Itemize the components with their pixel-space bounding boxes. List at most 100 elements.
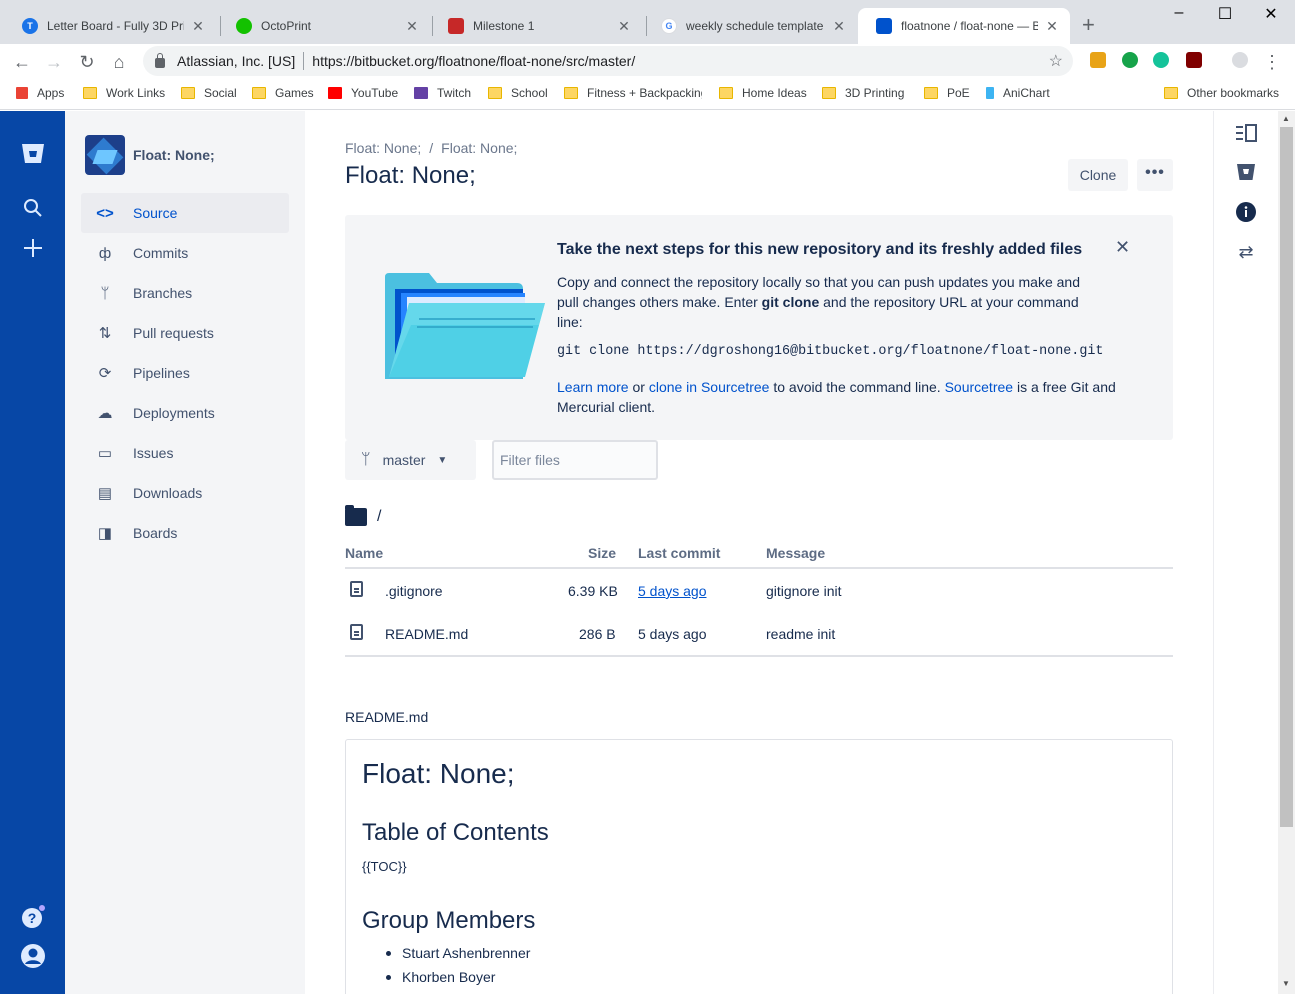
extension-lock-icon[interactable] <box>1090 52 1106 68</box>
extension-green-icon[interactable] <box>1122 52 1138 68</box>
column-last-commit[interactable]: Last commit <box>638 545 720 561</box>
scroll-down-icon[interactable]: ▼ <box>1282 979 1290 988</box>
create-icon[interactable] <box>20 238 46 264</box>
toggle-panel-icon[interactable] <box>1235 124 1257 146</box>
close-tab-icon[interactable]: ✕ <box>404 18 420 35</box>
close-tab-icon[interactable]: ✕ <box>831 18 847 35</box>
browser-tab-bitbucket[interactable]: floatnone / float-none — Bitbucket ✕ <box>858 8 1070 44</box>
commit-message[interactable]: readme init <box>766 626 835 642</box>
breadcrumb: Float: None; / Float: None; <box>345 140 518 156</box>
close-icon[interactable]: ✕ <box>1115 237 1130 258</box>
sidebar-item-issues[interactable]: ▭ Issues <box>81 433 289 473</box>
bookmark-folder[interactable]: 3D Printing <box>822 86 904 100</box>
clone-in-sourcetree-link[interactable]: clone in Sourcetree <box>649 379 770 395</box>
file-name[interactable]: README.md <box>385 626 468 642</box>
page-scrollbar[interactable]: ▲ ▼ <box>1278 111 1295 994</box>
breadcrumb-project[interactable]: Float: None; <box>345 140 421 156</box>
branch-icon: ᛘ <box>361 451 371 468</box>
address-bar[interactable]: Atlassian, Inc. [US] https://bitbucket.o… <box>143 46 1073 76</box>
folder-icon <box>564 87 578 99</box>
url-text[interactable]: https://bitbucket.org/floatnone/float-no… <box>312 53 635 69</box>
last-commit-link[interactable]: 5 days ago <box>638 626 707 642</box>
browser-tab-milestone[interactable]: Milestone 1 ✕ <box>430 8 642 44</box>
help-icon[interactable]: ? <box>20 905 46 931</box>
commit-icon: ф <box>98 244 112 262</box>
clone-button[interactable]: Clone <box>1068 159 1128 191</box>
sidebar-item-pull-requests[interactable]: ⇅ Pull requests <box>81 313 289 353</box>
profile-icon[interactable] <box>1232 52 1248 68</box>
ublock-icon[interactable] <box>1186 52 1202 68</box>
bookmark-youtube[interactable]: YouTube <box>328 86 398 100</box>
list-item: Khorben Boyer <box>385 969 496 985</box>
chrome-menu-icon[interactable]: ⋮ <box>1260 50 1284 74</box>
right-rail: ⇄ <box>1213 111 1278 994</box>
sidebar-item-source[interactable]: <> Source <box>81 193 289 233</box>
bookmark-star-icon[interactable]: ☆ <box>1049 51 1063 71</box>
clone-command[interactable]: git clone https://dgroshong16@bitbucket.… <box>557 344 1103 359</box>
branch-selector[interactable]: ᛘ master ▼ <box>345 440 476 480</box>
bookmark-folder[interactable]: Home Ideas <box>719 86 807 100</box>
bookmark-twitch[interactable]: Twitch <box>414 86 471 100</box>
bookmark-apps[interactable]: Apps <box>16 86 64 100</box>
sidebar-item-boards[interactable]: ◨ Boards <box>81 513 289 553</box>
bookmark-folder[interactable]: School <box>488 86 548 100</box>
search-icon[interactable] <box>20 198 46 224</box>
sidebar-item-pipelines[interactable]: ⟳ Pipelines <box>81 353 289 393</box>
file-name[interactable]: .gitignore <box>385 583 443 599</box>
user-avatar-icon[interactable] <box>20 944 46 970</box>
folder-path-row: / <box>345 505 381 526</box>
bitbucket-icon[interactable] <box>1235 163 1257 185</box>
browser-tab-google[interactable]: G weekly schedule template - Google ✕ <box>643 8 857 44</box>
table-row[interactable]: README.md 286 B 5 days ago readme init <box>345 612 1173 655</box>
grammarly-icon[interactable] <box>1153 52 1169 68</box>
sidebar-item-downloads[interactable]: ▤ Downloads <box>81 473 289 513</box>
table-row[interactable]: .gitignore 6.39 KB 5 days ago gitignore … <box>345 569 1173 612</box>
repo-avatar <box>85 135 125 175</box>
sidebar-item-commits[interactable]: ф Commits <box>81 233 289 273</box>
sync-icon[interactable]: ⇄ <box>1235 241 1257 263</box>
forward-icon[interactable]: → <box>42 50 66 74</box>
filter-files-input[interactable] <box>492 440 658 480</box>
twitch-icon <box>414 87 428 99</box>
close-tab-icon[interactable]: ✕ <box>616 18 632 35</box>
site-identity[interactable]: Atlassian, Inc. [US] <box>177 53 295 69</box>
more-actions-button[interactable]: ••• <box>1137 159 1173 191</box>
home-icon[interactable]: ⌂ <box>107 50 131 74</box>
repo-header[interactable]: Float: None; <box>85 135 215 175</box>
info-icon[interactable] <box>1235 202 1257 224</box>
reload-icon[interactable]: ↻ <box>75 50 99 74</box>
learn-more-link[interactable]: Learn more <box>557 379 629 395</box>
sidebar-item-deployments[interactable]: ☁ Deployments <box>81 393 289 433</box>
bookmark-folder[interactable]: PoE <box>924 86 970 100</box>
browser-tab-octoprint[interactable]: OctoPrint ✕ <box>218 8 430 44</box>
bookmark-folder[interactable]: Fitness + Backpacking <box>564 86 702 100</box>
bookmark-folder[interactable]: Social <box>181 86 237 100</box>
bookmark-anichart[interactable]: AniChart <box>986 86 1050 100</box>
maximize-button[interactable]: ☐ <box>1210 4 1240 26</box>
last-commit-link[interactable]: 5 days ago <box>638 583 707 599</box>
scroll-thumb[interactable] <box>1280 127 1293 827</box>
column-name[interactable]: Name <box>345 545 383 561</box>
sourcetree-link[interactable]: Sourcetree <box>945 379 1013 395</box>
scroll-up-icon[interactable]: ▲ <box>1282 114 1290 123</box>
column-message[interactable]: Message <box>766 545 825 561</box>
folder-icon <box>345 505 367 526</box>
breadcrumb-repo[interactable]: Float: None; <box>441 140 517 156</box>
back-icon[interactable]: ← <box>10 50 34 74</box>
bookmark-folder[interactable]: Games <box>252 86 314 100</box>
repo-name: Float: None; <box>133 147 215 163</box>
bookmark-other[interactable]: Other bookmarks <box>1164 86 1279 100</box>
column-size[interactable]: Size <box>588 545 616 561</box>
folder-icon <box>822 87 836 99</box>
main-content: Float: None; / Float: None; Float: None; C… <box>305 111 1213 994</box>
bitbucket-logo-icon[interactable] <box>20 143 46 169</box>
close-tab-icon[interactable]: ✕ <box>190 18 206 35</box>
commit-message[interactable]: gitignore init <box>766 583 842 599</box>
sidebar-item-branches[interactable]: ᛘ Branches <box>81 273 289 313</box>
new-tab-button[interactable]: + <box>1082 12 1095 38</box>
close-window-button[interactable]: ✕ <box>1256 4 1286 26</box>
close-tab-icon[interactable]: ✕ <box>1044 18 1060 35</box>
bookmark-folder[interactable]: Work Links <box>83 86 165 100</box>
browser-tab-letter-board[interactable]: T Letter Board - Fully 3D Printable ✕ <box>4 8 216 44</box>
minimize-button[interactable]: – <box>1164 4 1194 26</box>
